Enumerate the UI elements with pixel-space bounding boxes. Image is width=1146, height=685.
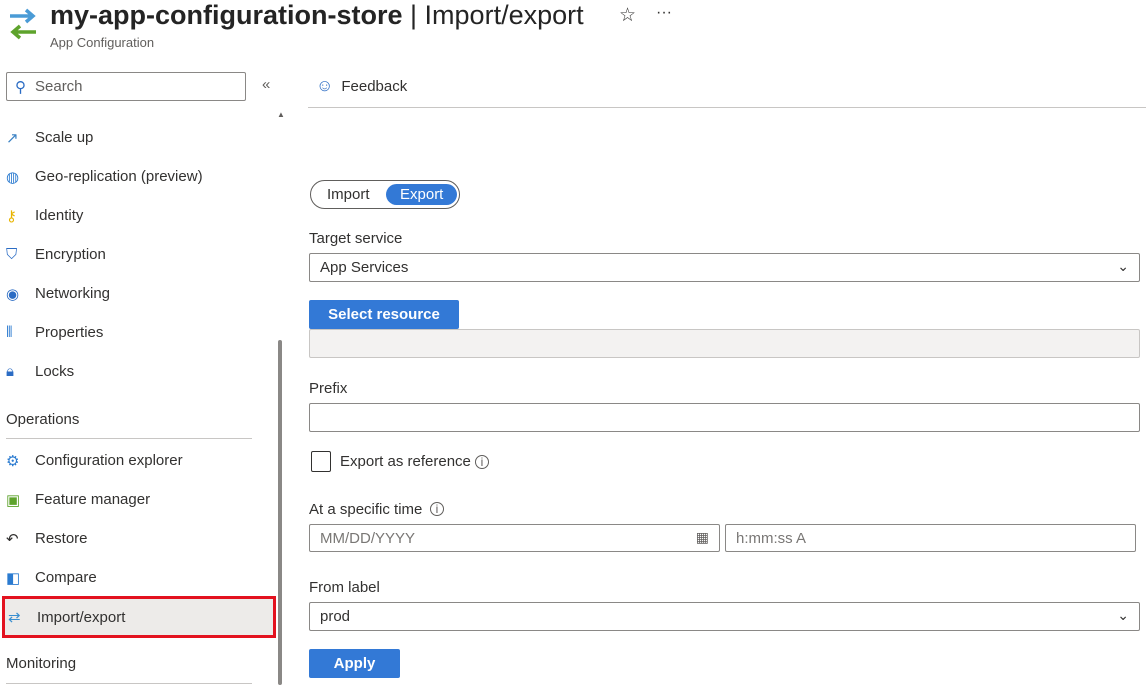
- key-icon: ⚷: [6, 207, 17, 225]
- sidebar-item-label: Networking: [35, 285, 111, 302]
- sidebar-item-label: Compare: [35, 569, 97, 586]
- sidebar-item-import-export[interactable]: ⇄ Import/export: [2, 596, 276, 638]
- target-service-label: Target service: [309, 230, 403, 247]
- sidebar-item-label: Restore: [35, 530, 88, 547]
- page-title: my-app-configuration-store | Import/expo…: [50, 0, 584, 30]
- sidebar-item-configuration-explorer[interactable]: ⚙ Configuration explorer: [0, 441, 276, 480]
- info-icon[interactable]: i: [430, 502, 444, 516]
- import-option[interactable]: Import: [313, 184, 384, 205]
- sidebar-item-label: Scale up: [35, 129, 94, 146]
- search-icon: ⚲: [15, 79, 26, 96]
- restore-icon: ↶: [6, 530, 19, 548]
- sidebar-item-encryption[interactable]: ⛉ Encryption: [0, 235, 276, 274]
- target-service-dropdown[interactable]: App Services ⌄: [309, 253, 1140, 282]
- sidebar-item-label: Geo-replication (preview): [35, 168, 203, 185]
- sidebar-item-geo-replication-preview[interactable]: ◍ Geo-replication (preview): [0, 157, 276, 196]
- select-resource-button[interactable]: Select resource: [309, 300, 459, 329]
- sidebar-item-label: Configuration explorer: [35, 452, 183, 469]
- collapse-sidebar-button[interactable]: «: [262, 76, 270, 93]
- from-label-label: From label: [309, 579, 380, 596]
- sidebar-scrollbar[interactable]: ▲: [276, 110, 285, 685]
- sidebar-item-label: Identity: [35, 207, 84, 224]
- sidebar-search-input[interactable]: ⚲ Search: [6, 72, 246, 101]
- network-icon: ◉: [6, 285, 20, 303]
- prefix-label: Prefix: [309, 380, 348, 397]
- shield-icon: ⛉: [6, 246, 18, 263]
- sidebar-item-label: Properties: [35, 324, 104, 341]
- properties-icon: ⦀: [6, 324, 13, 341]
- divider: [6, 683, 252, 684]
- prefix-input[interactable]: [309, 403, 1140, 432]
- sidebar-item-locks[interactable]: 🔒︎ Locks: [0, 352, 276, 391]
- export-as-reference-checkbox[interactable]: [311, 451, 331, 472]
- scrollbar-thumb[interactable]: [278, 340, 282, 685]
- sidebar-item-networking[interactable]: ◉ Networking: [0, 274, 276, 313]
- sidebar-item-scale-up[interactable]: ↗ Scale up: [0, 118, 276, 157]
- export-as-reference-label: Export as reference: [340, 453, 471, 470]
- date-input[interactable]: MM/DD/YYYY ▦: [309, 524, 720, 552]
- divider: [6, 438, 252, 439]
- ellipsis-icon[interactable]: ···: [656, 4, 672, 22]
- time-input[interactable]: h:mm:ss A: [725, 524, 1136, 552]
- feature-manager-icon: ▣: [6, 491, 21, 509]
- chevron-down-icon: ⌄: [1117, 607, 1129, 623]
- export-option[interactable]: Export: [386, 184, 458, 205]
- operations-heading: Operations: [6, 411, 80, 428]
- feedback-button[interactable]: ☺ Feedback: [316, 76, 407, 96]
- info-icon[interactable]: i: [475, 455, 489, 469]
- resource-type: App Configuration: [50, 35, 155, 50]
- sidebar-item-identity[interactable]: ⚷ Identity: [0, 196, 276, 235]
- sidebar-item-label: Encryption: [35, 246, 106, 263]
- scale-up-icon: ↗: [6, 129, 19, 147]
- sidebar-item-compare[interactable]: ◧ Compare: [0, 558, 276, 597]
- sidebar-item-label: Locks: [35, 363, 75, 380]
- sidebar-item-properties[interactable]: ⦀ Properties: [0, 313, 276, 352]
- compare-icon: ◧: [6, 569, 21, 587]
- lock-icon: 🔒︎: [6, 363, 14, 380]
- import-export-icon: ⇄: [8, 609, 21, 626]
- app-logo-icon: [8, 6, 38, 42]
- chevron-down-icon: ⌄: [1117, 258, 1129, 274]
- selected-resource-field: [309, 329, 1140, 358]
- feedback-icon: ☺: [316, 76, 334, 95]
- apply-button[interactable]: Apply: [309, 649, 400, 678]
- sidebar-item-feature-manager[interactable]: ▣ Feature manager: [0, 480, 276, 519]
- star-icon[interactable]: ☆: [619, 4, 636, 27]
- sidebar-item-restore[interactable]: ↶ Restore: [0, 519, 276, 558]
- sidebar-item-label: Import/export: [37, 608, 126, 626]
- scroll-up-icon[interactable]: ▲: [277, 110, 285, 119]
- monitoring-heading: Monitoring: [6, 655, 77, 672]
- from-label-dropdown[interactable]: prod ⌄: [309, 602, 1140, 631]
- globe-icon: ◍: [6, 168, 20, 186]
- import-export-toggle: Import Export: [310, 180, 460, 209]
- divider: [308, 107, 1146, 108]
- specific-time-label: At a specific time: [309, 501, 423, 518]
- calendar-icon[interactable]: ▦: [696, 529, 709, 546]
- sidebar-item-label: Feature manager: [35, 491, 151, 508]
- config-explorer-icon: ⚙: [6, 452, 20, 470]
